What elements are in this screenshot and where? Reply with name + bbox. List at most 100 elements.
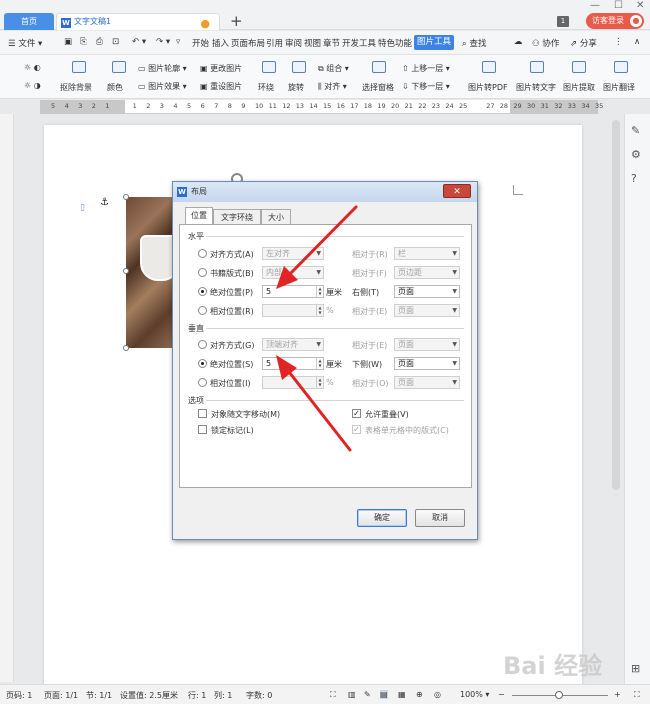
pen-icon[interactable]: ✎ xyxy=(631,124,640,137)
undo-icon[interactable]: ↶ ▾ xyxy=(132,37,146,47)
menu-dev-tools[interactable]: 开发工具 xyxy=(342,37,376,49)
zoom-slider-handle[interactable] xyxy=(555,691,563,699)
menu-page-layout[interactable]: 页面布局 xyxy=(231,37,265,49)
h-absolute-radio[interactable] xyxy=(198,287,207,296)
help-icon[interactable]: ? xyxy=(631,172,637,185)
v-absolute-unit[interactable]: 厘米 xyxy=(326,359,342,370)
tab-text-wrap[interactable]: 文字环绕 xyxy=(213,209,261,225)
tab-document[interactable]: W 文字文稿1 ● xyxy=(56,13,220,30)
move-with-text-checkbox[interactable] xyxy=(198,409,207,418)
collapse-ribbon-icon[interactable]: ∧ xyxy=(634,37,640,47)
share-button[interactable]: ⇗ 分享 xyxy=(570,37,597,49)
bring-forward-button[interactable]: ⇧ 上移一层 ▾ xyxy=(402,63,450,74)
spinner-icon[interactable]: ▲ ▼ xyxy=(316,358,323,369)
h-book-radio[interactable] xyxy=(198,268,207,277)
status-section[interactable]: 节: 1/1 xyxy=(86,690,112,701)
ok-button[interactable]: 确定 xyxy=(357,509,407,527)
new-tab-button[interactable]: + xyxy=(230,12,243,30)
v-align-radio[interactable] xyxy=(198,340,207,349)
picture-adjust-icon[interactable]: ☼ ◐ xyxy=(24,63,41,72)
export-pdf-icon[interactable]: ⎘ xyxy=(80,37,87,47)
h-relto-a-select[interactable]: 栏 ▼ xyxy=(394,247,460,260)
status-page[interactable]: 页码: 1 xyxy=(6,690,32,701)
menu-start[interactable]: 开始 xyxy=(192,37,209,49)
outline-view-icon[interactable]: ▦ xyxy=(398,690,406,699)
redo-icon[interactable]: ↷ ▾ xyxy=(156,37,170,47)
v-below-select[interactable]: 页面 ▼ xyxy=(394,357,460,370)
v-relative-radio[interactable] xyxy=(198,378,207,387)
spinner-icon[interactable]: ▲ ▼ xyxy=(316,305,323,316)
reset-picture-button[interactable]: ▣ 重设图片 xyxy=(200,81,242,92)
menu-features[interactable]: 特色功能 xyxy=(378,37,412,49)
print-preview-icon[interactable]: ⊡ xyxy=(112,37,119,47)
zoom-level[interactable]: 100% ▾ xyxy=(460,690,489,699)
v-absolute-radio[interactable] xyxy=(198,359,207,368)
quick-menu-icon[interactable]: ▿ xyxy=(176,37,180,47)
print-icon[interactable]: ⎙ xyxy=(96,37,103,47)
more-icon[interactable]: ⋮ xyxy=(614,37,623,47)
fit-page-icon[interactable]: ⛶ xyxy=(634,690,640,700)
status-words[interactable]: 字数: 0 xyxy=(246,690,272,701)
picture-translate-button[interactable]: 图片翻译 xyxy=(603,82,635,93)
v-relto-o-select[interactable]: 页面 ▼ xyxy=(394,376,460,389)
vertical-ruler[interactable] xyxy=(0,114,14,682)
h-absolute-input[interactable]: 5 ▲ ▼ xyxy=(262,285,324,298)
selection-pane-button[interactable]: 选择窗格 xyxy=(362,82,394,93)
h-right-of-select[interactable]: 页面 ▼ xyxy=(394,285,460,298)
contrast-icon[interactable]: ☼ ◑ xyxy=(24,81,41,90)
zoom-out-icon[interactable]: − xyxy=(498,690,505,699)
collab-button[interactable]: ⚇ 协作 xyxy=(532,37,559,49)
picture-effect-button[interactable]: ▭ 图片效果 ▾ xyxy=(138,81,187,92)
send-backward-button[interactable]: ⇩ 下移一层 ▾ xyxy=(402,81,450,92)
menu-review[interactable]: 审阅 xyxy=(285,37,302,49)
spinner-icon[interactable]: ▲ ▼ xyxy=(316,286,323,297)
tab-position[interactable]: 位置 xyxy=(185,207,213,225)
tab-home[interactable]: 首页 xyxy=(4,13,54,30)
resize-handle-bl[interactable] xyxy=(123,345,129,351)
status-pages[interactable]: 页面: 1/1 xyxy=(44,690,78,701)
spinner-icon[interactable]: ▲ ▼ xyxy=(316,377,323,388)
allow-overlap-checkbox[interactable]: ✓ xyxy=(352,409,361,418)
remove-background-button[interactable]: 抠除背景 xyxy=(60,82,92,93)
dialog-title-bar[interactable]: W 布局 ✕ xyxy=(173,182,477,202)
v-align-select[interactable]: 顶端对齐 ▼ xyxy=(262,338,324,351)
group-button[interactable]: ⧉ 组合 ▾ xyxy=(318,63,349,74)
reading-mode-icon[interactable]: ▥ xyxy=(348,690,356,699)
tab-size[interactable]: 大小 xyxy=(261,209,291,225)
minimize-icon[interactable]: — xyxy=(590,0,600,11)
maximize-icon[interactable]: ☐ xyxy=(614,0,623,11)
h-align-radio[interactable] xyxy=(198,249,207,258)
h-relto-e-select[interactable]: 页面 ▼ xyxy=(394,304,460,317)
dialog-close-button[interactable]: ✕ xyxy=(443,184,471,198)
cancel-button[interactable]: 取消 xyxy=(415,509,465,527)
h-relto-b-select[interactable]: 页边距 ▼ xyxy=(394,266,460,279)
wrap-button[interactable]: 环绕 xyxy=(258,82,274,93)
status-setting[interactable]: 设置值: 2.5厘米 xyxy=(120,690,178,701)
menu-file[interactable]: ☰ 文件 ▾ xyxy=(8,37,42,49)
v-absolute-input[interactable]: 5 ▲ ▼ xyxy=(262,357,324,370)
vertical-scrollbar[interactable] xyxy=(612,120,620,490)
page-view-icon[interactable]: ▤ xyxy=(380,690,388,699)
h-relative-input[interactable]: ▲ ▼ xyxy=(262,304,324,317)
zoom-in-icon[interactable]: + xyxy=(614,690,621,699)
menu-reference[interactable]: 引用 xyxy=(266,37,283,49)
v-relto-e-select[interactable]: 页面 ▼ xyxy=(394,338,460,351)
rotate-button[interactable]: 旋转 xyxy=(288,82,304,93)
anchor-icon[interactable]: ⚓ xyxy=(100,197,109,208)
resize-handle-ml[interactable] xyxy=(123,268,129,274)
cloud-icon[interactable]: ☁ xyxy=(514,37,523,47)
horizontal-ruler[interactable]: 5 4 3 2 1 1 2 3 4 5 6 7 8 9 10 11 12 13 14 15 16 17 18 19 20 21 22… xyxy=(40,100,603,114)
grid-icon[interactable]: ⊞ xyxy=(631,662,640,675)
close-window-icon[interactable]: ✕ xyxy=(636,0,644,11)
pen-mode-icon[interactable]: ✎ xyxy=(364,690,371,699)
menu-chapter[interactable]: 章节 xyxy=(323,37,340,49)
h-align-select[interactable]: 左对齐 ▼ xyxy=(262,247,324,260)
save-icon[interactable]: ▣ xyxy=(64,37,72,47)
picture-to-text-button[interactable]: 图片转文字 xyxy=(516,82,556,93)
settings-sliders-icon[interactable]: ⚙ xyxy=(631,148,641,161)
h-absolute-unit[interactable]: 厘米 xyxy=(326,287,342,298)
align-button[interactable]: ⫼ 对齐 ▾ xyxy=(318,81,347,92)
fullscreen-icon[interactable]: ⛶ xyxy=(330,690,336,700)
status-col[interactable]: 列: 1 xyxy=(214,690,232,701)
h-book-select[interactable]: 内部 ▼ xyxy=(262,266,324,279)
